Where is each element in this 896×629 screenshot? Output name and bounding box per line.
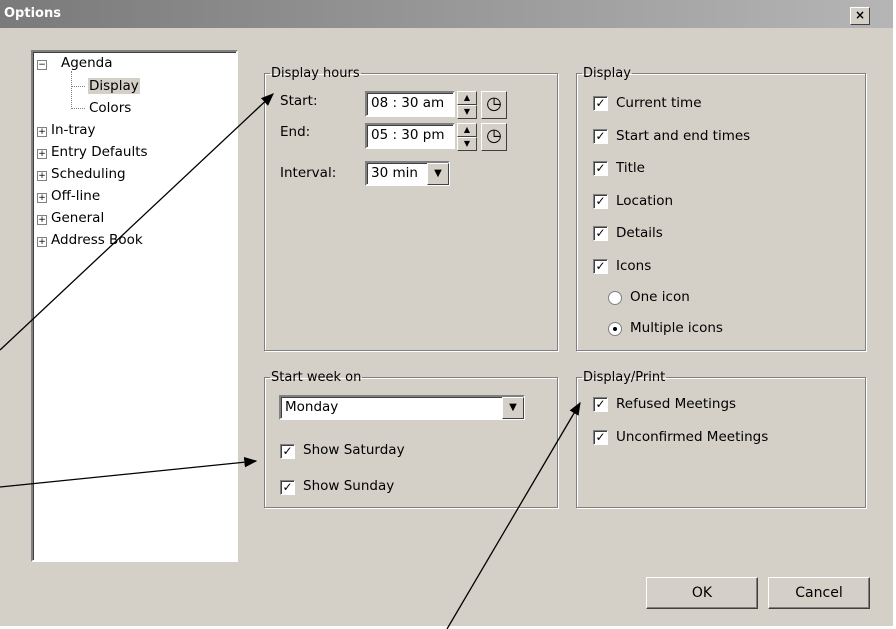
annotation-arrows [0,93,581,629]
annotation-arrow-print [446,401,581,629]
annotation-arrow-week [0,457,258,488]
annotation-arrow-start [0,93,274,351]
